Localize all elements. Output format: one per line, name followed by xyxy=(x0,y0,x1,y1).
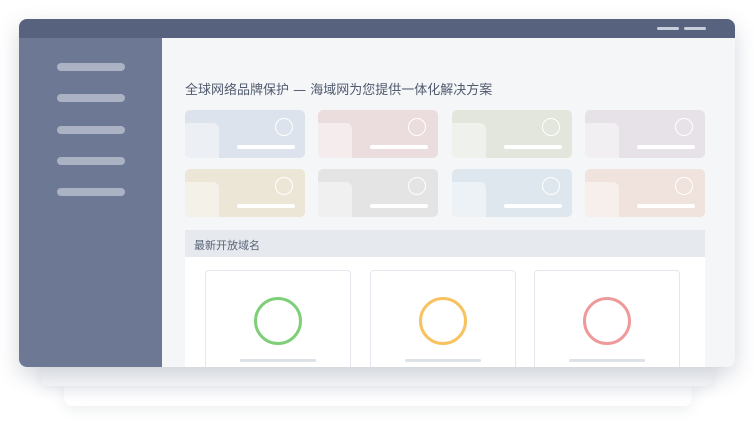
page-title: 全球网络品牌保护 — 海域网为您提供一体化解决方案 xyxy=(185,83,493,98)
tile-image-placeholder xyxy=(585,123,619,158)
close-control-icon[interactable] xyxy=(684,27,706,30)
tile-image-placeholder xyxy=(318,182,352,217)
tile-text-placeholder xyxy=(370,204,428,208)
domain-name-placeholder xyxy=(240,359,316,362)
tile-circle-icon xyxy=(275,118,293,136)
minimize-control-icon[interactable] xyxy=(657,27,679,30)
main-content: 全球网络品牌保护 — 海域网为您提供一体化解决方案 最新开放域名 xyxy=(162,38,735,367)
domain-circle-icon xyxy=(419,297,467,345)
tile-circle-icon xyxy=(542,177,560,195)
tile-text-placeholder xyxy=(504,145,562,149)
window-titlebar xyxy=(19,19,735,38)
tile-image-placeholder xyxy=(452,182,486,217)
service-tile-2[interactable] xyxy=(318,110,438,158)
service-tile-7[interactable] xyxy=(452,169,572,217)
domain-card-1[interactable] xyxy=(205,270,351,367)
sidebar-item-4[interactable] xyxy=(57,157,125,165)
tile-text-placeholder xyxy=(637,145,695,149)
latest-domains-title: 最新开放域名 xyxy=(194,239,260,252)
domain-card-3[interactable] xyxy=(534,270,680,367)
service-tile-1[interactable] xyxy=(185,110,305,158)
tile-image-placeholder xyxy=(318,123,352,158)
tile-circle-icon xyxy=(675,177,693,195)
tile-text-placeholder xyxy=(237,145,295,149)
tile-text-placeholder xyxy=(370,145,428,149)
sidebar-item-1[interactable] xyxy=(57,63,125,71)
tile-circle-icon xyxy=(275,177,293,195)
sidebar-item-3[interactable] xyxy=(57,126,125,134)
domain-name-placeholder xyxy=(569,359,645,362)
tile-circle-icon xyxy=(408,177,426,195)
app-window: 全球网络品牌保护 — 海域网为您提供一体化解决方案 最新开放域名 xyxy=(19,19,735,367)
service-tile-6[interactable] xyxy=(318,169,438,217)
latest-domains-panel: 最新开放域名 xyxy=(185,230,705,367)
service-tile-5[interactable] xyxy=(185,169,305,217)
sidebar xyxy=(19,38,162,367)
domain-name-placeholder xyxy=(405,359,481,362)
sidebar-item-2[interactable] xyxy=(57,94,125,102)
tile-image-placeholder xyxy=(185,182,219,217)
latest-domains-header: 最新开放域名 xyxy=(185,230,705,257)
service-tile-3[interactable] xyxy=(452,110,572,158)
tile-image-placeholder xyxy=(585,182,619,217)
sidebar-item-5[interactable] xyxy=(57,188,125,196)
domain-circle-icon xyxy=(583,297,631,345)
domain-circle-icon xyxy=(254,297,302,345)
tile-text-placeholder xyxy=(237,204,295,208)
tile-circle-icon xyxy=(408,118,426,136)
tile-circle-icon xyxy=(542,118,560,136)
tile-text-placeholder xyxy=(637,204,695,208)
tile-image-placeholder xyxy=(185,123,219,158)
service-tile-8[interactable] xyxy=(585,169,705,217)
service-tile-4[interactable] xyxy=(585,110,705,158)
tile-circle-icon xyxy=(675,118,693,136)
tile-text-placeholder xyxy=(504,204,562,208)
domain-card-2[interactable] xyxy=(370,270,516,367)
tile-image-placeholder xyxy=(452,123,486,158)
